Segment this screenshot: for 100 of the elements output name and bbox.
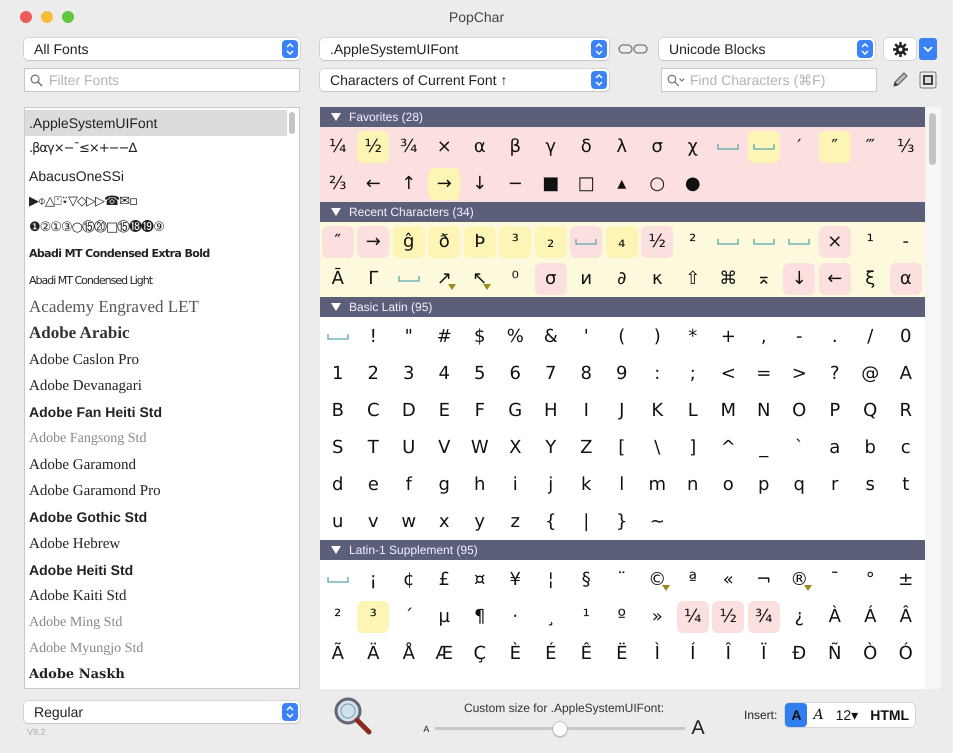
- character-cell[interactable]: \: [652, 438, 662, 456]
- font-list-item[interactable]: .AppleSystemUIFont: [25, 110, 287, 136]
- character-cell[interactable]: S: [332, 438, 344, 456]
- section-header[interactable]: Latin-1 Supplement (95): [320, 540, 925, 560]
- character-cell[interactable]: ª: [688, 570, 698, 588]
- character-cell[interactable]: .: [830, 328, 840, 346]
- character-cell[interactable]: ¾: [400, 138, 418, 156]
- character-cell[interactable]: 7: [545, 364, 556, 382]
- character-cell[interactable]: 6: [510, 364, 521, 382]
- slider-thumb[interactable]: [553, 722, 568, 736]
- character-cell[interactable]: ¶: [474, 608, 486, 626]
- character-cell[interactable]: v: [368, 512, 379, 530]
- character-cell[interactable]: o: [722, 476, 734, 494]
- character-cell[interactable]: t: [900, 476, 911, 494]
- character-cell[interactable]: ⁰: [510, 270, 520, 288]
- character-cell[interactable]: `: [794, 438, 804, 456]
- character-cell[interactable]: κ: [652, 270, 663, 288]
- character-cell[interactable]: ⅔: [329, 174, 346, 192]
- character-cell[interactable]: U: [402, 438, 416, 456]
- font-list-item[interactable]: Adobe Fangsong Std: [25, 426, 287, 452]
- character-cell[interactable]: ¿: [794, 608, 804, 626]
- character-cell[interactable]: ¼: [676, 600, 709, 632]
- character-cell[interactable]: α: [474, 138, 486, 156]
- zoom-button[interactable]: [62, 11, 74, 23]
- character-cell[interactable]: _: [758, 438, 769, 456]
- character-cell[interactable]: P: [829, 402, 840, 420]
- character-cell[interactable]: k: [581, 476, 592, 494]
- character-cell[interactable]: γ: [545, 138, 556, 156]
- character-cell[interactable]: r: [830, 476, 840, 494]
- character-cell[interactable]: g: [438, 476, 450, 494]
- character-cell[interactable]: Ó: [898, 644, 913, 662]
- character-cell[interactable]: ○: [649, 174, 666, 192]
- character-cell[interactable]: Î: [723, 644, 734, 662]
- find-characters-field[interactable]: Find Characters (⌘F): [661, 68, 877, 92]
- character-cell[interactable]: ¤: [474, 570, 486, 588]
- character-cell[interactable]: ▴: [616, 174, 627, 192]
- character-viewer-icon[interactable]: [919, 71, 937, 89]
- character-cell[interactable]: □: [578, 174, 595, 192]
- character-cell[interactable]: V: [438, 438, 450, 456]
- character-cell[interactable]: ⅓: [897, 138, 914, 156]
- character-cell[interactable]: →: [428, 168, 460, 200]
- insert-mode-button[interactable]: HTML: [864, 703, 916, 727]
- character-cell[interactable]: ¼: [329, 138, 346, 156]
- character-cell[interactable]: Ä: [367, 644, 380, 662]
- character-cell[interactable]: ¨: [616, 570, 627, 588]
- insert-mode-button[interactable]: A: [807, 703, 830, 727]
- character-cell[interactable]: 5: [474, 364, 486, 382]
- view-mode-dropdown[interactable]: Characters of Current Font ↑: [320, 69, 609, 91]
- character-cell[interactable]: ½: [641, 226, 674, 258]
- character-cell[interactable]: %: [506, 328, 524, 346]
- link-icon[interactable]: [618, 43, 648, 55]
- font-list-item[interactable]: Adobe Garamond Pro: [25, 478, 287, 504]
- character-cell[interactable]: χ: [688, 138, 698, 156]
- character-cell[interactable]: *: [688, 328, 698, 346]
- character-cell[interactable]: Ç: [473, 644, 486, 662]
- character-cell[interactable]: ×: [818, 226, 851, 258]
- character-cell[interactable]: :: [652, 364, 662, 382]
- character-cell[interactable]: @: [861, 364, 880, 382]
- character-cell[interactable]: ¡: [368, 570, 378, 588]
- character-cell[interactable]: È: [510, 644, 521, 662]
- character-cell[interactable]: m: [648, 476, 666, 494]
- character-cell[interactable]: ′: [794, 138, 804, 156]
- character-cell[interactable]: i: [510, 476, 520, 494]
- character-cell[interactable]: β: [510, 138, 521, 156]
- character-cell[interactable]: ·: [510, 608, 520, 626]
- character-cell[interactable]: ?: [830, 364, 840, 382]
- character-cell[interactable]: T: [368, 438, 379, 456]
- character-cell[interactable]: ³: [357, 600, 390, 632]
- character-cell[interactable]: L: [688, 402, 698, 420]
- character-cell[interactable]: ~: [650, 512, 665, 530]
- character-cell[interactable]: σ: [652, 138, 663, 156]
- character-cell[interactable]: ®: [790, 570, 808, 588]
- character-cell[interactable]: Þ: [464, 226, 496, 258]
- character-cell[interactable]: {: [545, 512, 556, 530]
- character-cell[interactable]: E: [438, 402, 450, 420]
- character-cell[interactable]: Γ: [368, 270, 378, 288]
- character-cell[interactable]: z: [510, 512, 520, 530]
- character-cell[interactable]: y: [474, 512, 486, 530]
- font-list-item[interactable]: Adobe Arabic: [25, 320, 287, 347]
- character-cell[interactable]: ⇧: [685, 270, 700, 288]
- character-cell[interactable]: Q: [863, 402, 878, 420]
- grouping-dropdown[interactable]: Unicode Blocks: [659, 38, 875, 60]
- section-header[interactable]: Favorites (28): [320, 107, 925, 127]
- character-cell[interactable]: ¯: [830, 570, 840, 588]
- character-cell[interactable]: ¦: [546, 570, 556, 588]
- character-cell[interactable]: ¹: [865, 232, 876, 250]
- character-cell[interactable]: ↓: [783, 262, 816, 294]
- character-cell[interactable]: Ā: [332, 270, 344, 288]
- character-cell[interactable]: −: [508, 174, 523, 192]
- section-header[interactable]: Basic Latin (95): [320, 297, 925, 317]
- character-cell[interactable]: F: [474, 402, 485, 420]
- character-cell[interactable]: Ã: [332, 644, 344, 662]
- font-list-item[interactable]: Adobe Heiti Std: [25, 557, 287, 584]
- character-cell[interactable]: A: [900, 364, 912, 382]
- font-list-item[interactable]: .βαγ×−¯≤×+−−∆: [25, 136, 287, 163]
- character-cell[interactable]: O: [792, 402, 806, 420]
- character-cell[interactable]: ;: [688, 364, 698, 382]
- pencil-icon[interactable]: [891, 71, 909, 89]
- character-cell[interactable]: X: [509, 438, 522, 456]
- character-cell[interactable]: l: [616, 476, 627, 494]
